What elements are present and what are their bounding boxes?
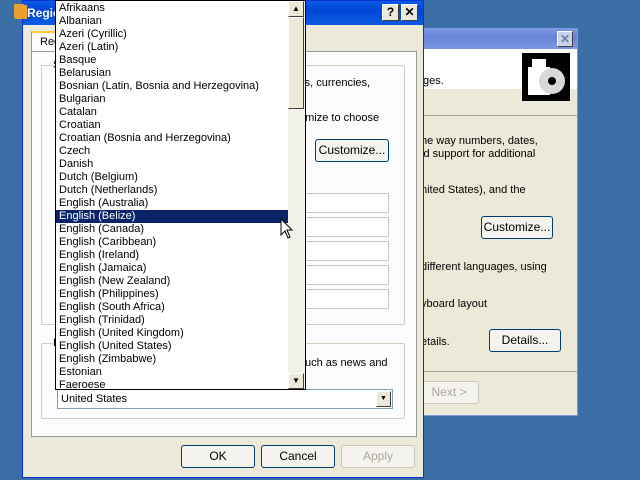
setup-cd-icon [522, 53, 570, 101]
language-list-item[interactable]: English (South Africa) [56, 301, 289, 314]
list-scrollbar[interactable]: ▲ ▼ [288, 1, 305, 389]
language-list-item[interactable]: Catalan [56, 106, 289, 119]
next-button[interactable]: Next > [419, 381, 479, 404]
regional-options-text-3: nited States), and the [421, 184, 526, 196]
desktop-shortcut-icon[interactable] [14, 4, 24, 18]
language-list-item[interactable]: Albanian [56, 15, 289, 28]
standards-description-1: rs, currencies, [301, 77, 371, 89]
language-list-item[interactable]: Danish [56, 158, 289, 171]
language-list-item[interactable]: English (Ireland) [56, 249, 289, 262]
customize-button-back[interactable]: Customize... [481, 216, 553, 239]
language-list-item[interactable]: Dutch (Netherlands) [56, 184, 289, 197]
language-list-item[interactable]: Basque [56, 54, 289, 67]
language-list-item[interactable]: Estonian [56, 366, 289, 379]
language-list-item[interactable]: English (Canada) [56, 223, 289, 236]
help-icon[interactable]: ? [382, 4, 399, 21]
close-icon[interactable]: ✕ [557, 31, 573, 47]
wizard-footer-divider [411, 371, 577, 372]
language-dropdown-list[interactable]: Afrikaans Albanian Azeri (Cyrillic) Azeri (… [55, 0, 306, 390]
standards-description-2: omize to choose [299, 112, 380, 124]
language-list-item[interactable]: Azeri (Cyrillic) [56, 28, 289, 41]
ok-button[interactable]: OK [181, 445, 255, 468]
language-list-item[interactable]: English (Trinidad) [56, 314, 289, 327]
language-list-item[interactable]: English (Philippines) [56, 288, 289, 301]
language-list-item[interactable]: English (New Zealand) [56, 275, 289, 288]
wizard-header-divider [411, 115, 577, 116]
scroll-down-icon[interactable]: ▼ [288, 373, 304, 389]
details-button[interactable]: Details... [489, 329, 561, 352]
language-list-item[interactable]: English (Zimbabwe) [56, 353, 289, 366]
language-list-item[interactable]: Azeri (Latin) [56, 41, 289, 54]
apply-button[interactable]: Apply [341, 445, 415, 468]
language-list-item[interactable]: English (Belize) [56, 210, 289, 223]
setup-wizard-titlebar: ✕ [411, 29, 577, 49]
location-description: uch as news and [305, 357, 388, 369]
regional-options-text-1: he way numbers, dates, [421, 135, 538, 147]
setup-wizard-window: ✕ ges. he way numbers, dates, ld support… [410, 28, 578, 416]
language-list-item[interactable]: Afrikaans [56, 2, 289, 15]
text-services-text-1: different languages, using [421, 261, 547, 273]
language-list-item[interactable]: English (United States) [56, 340, 289, 353]
location-select[interactable]: United States ▼ [57, 389, 393, 409]
mouse-cursor-icon [280, 218, 294, 239]
customize-button[interactable]: Customize... [315, 139, 389, 162]
close-icon[interactable]: ✕ [401, 4, 418, 21]
language-list-item[interactable]: Czech [56, 145, 289, 158]
language-list-item[interactable]: English (Caribbean) [56, 236, 289, 249]
language-list-item[interactable]: Dutch (Belgium) [56, 171, 289, 184]
language-list-item[interactable]: English (Jamaica) [56, 262, 289, 275]
text-services-text-3: etails. [421, 336, 450, 348]
language-list-item[interactable]: Croatian [56, 119, 289, 132]
regional-options-text-2: ld support for additional [421, 148, 536, 160]
language-list-item[interactable]: English (Australia) [56, 197, 289, 210]
language-list-item[interactable]: Belarusian [56, 67, 289, 80]
language-list-item[interactable]: English (United Kingdom) [56, 327, 289, 340]
wizard-header-text: ges. [423, 75, 444, 87]
cancel-button[interactable]: Cancel [261, 445, 335, 468]
language-list-item[interactable]: Bosnian (Latin, Bosnia and Herzegovina) [56, 80, 289, 93]
language-list-item[interactable]: Faeroese [56, 379, 289, 389]
language-items: Afrikaans Albanian Azeri (Cyrillic) Azeri (… [56, 2, 289, 389]
text-services-text-2: yboard layout [421, 298, 488, 310]
scroll-thumb[interactable] [288, 17, 304, 109]
language-list-item[interactable]: Bulgarian [56, 93, 289, 106]
language-list-item[interactable]: Croatian (Bosnia and Herzegovina) [56, 132, 289, 145]
location-select-value: United States [61, 393, 128, 405]
chevron-down-icon[interactable]: ▼ [376, 391, 391, 407]
scroll-up-icon[interactable]: ▲ [288, 1, 304, 17]
